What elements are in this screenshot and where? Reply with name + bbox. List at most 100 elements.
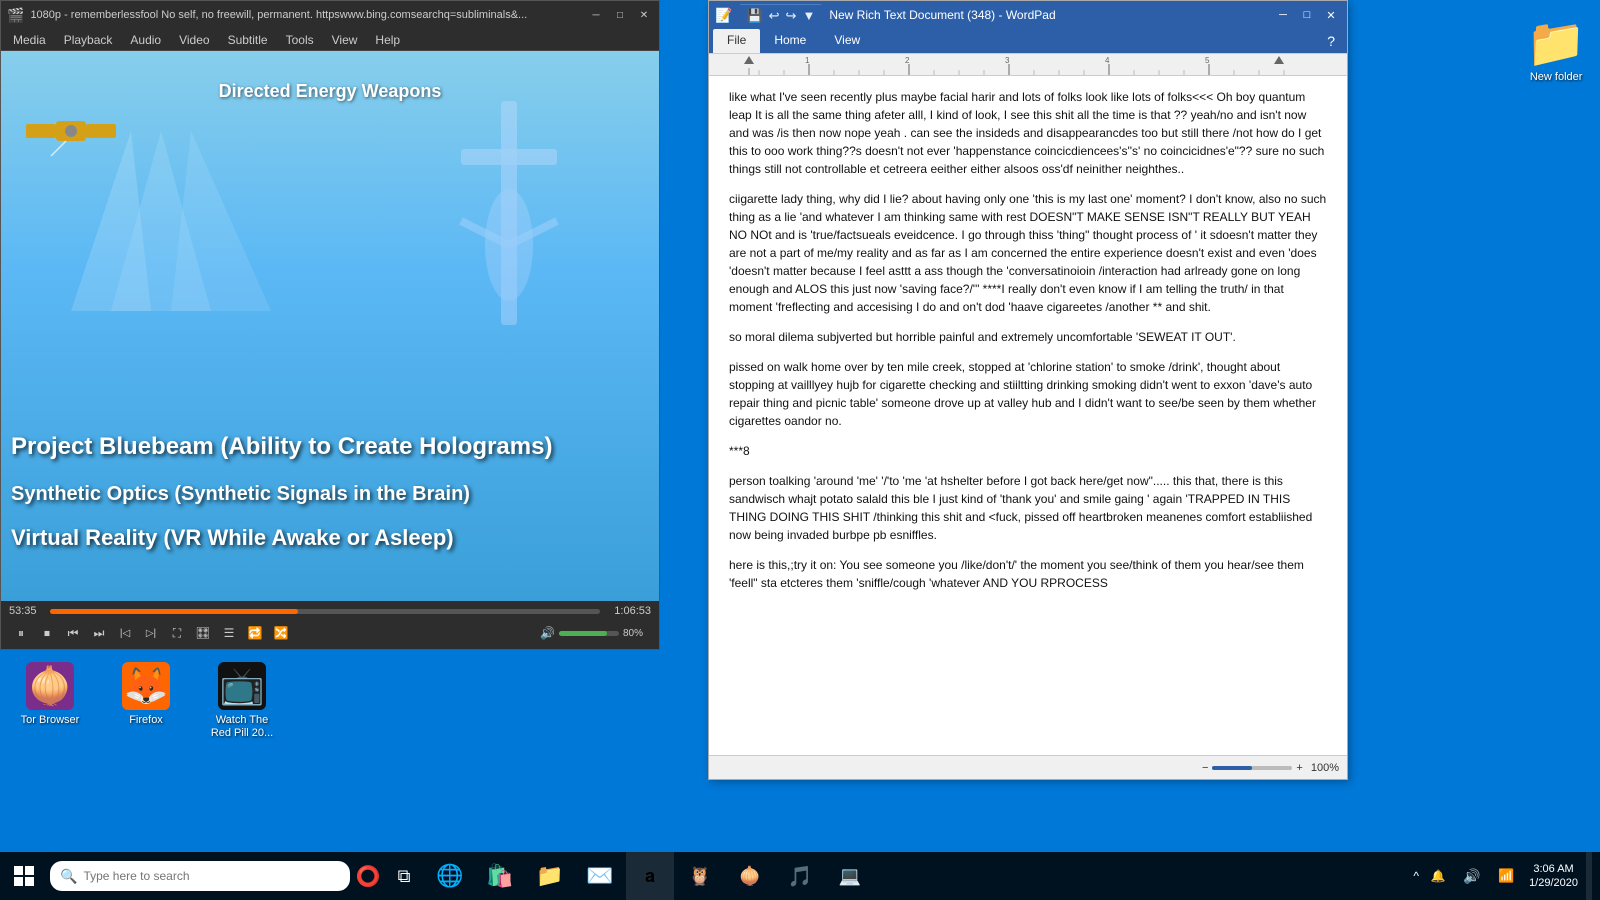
extended-settings-button[interactable]: 🎛 [191,621,215,645]
new-folder-label: New folder [1530,71,1583,84]
prev-button[interactable]: ⏮ [61,621,85,645]
zoom-area: − + 100% [1202,762,1339,774]
vlc-menu-media[interactable]: Media [5,29,54,51]
ribbon-tab-view[interactable]: View [820,29,874,53]
taskbar-app-amazon[interactable]: 𝐚 [626,852,674,900]
video-content: Directed Energy Weapons Project Bluebeam… [1,51,659,601]
taskbar-app-mail[interactable]: ✉️ [576,852,624,900]
desktop-icon-watch-red-pill[interactable]: 📺 Watch TheRed Pill 20... [202,658,282,744]
ribbon-help-button[interactable]: ? [1319,29,1343,53]
volume-track[interactable] [559,631,619,636]
frame-prev-button[interactable]: |◁ [113,621,137,645]
cross-figure [419,101,599,421]
ribbon-tab-home[interactable]: Home [760,29,820,53]
task-view-button[interactable]: ⧉ [386,852,422,900]
windows-logo-icon [14,866,34,886]
qat-undo[interactable]: ↩ [769,8,780,24]
vlc-menu-playback[interactable]: Playback [56,29,121,51]
vlc-title: 1080p - rememberlessfool No self, no fre… [30,9,581,21]
svg-text:4: 4 [1105,56,1110,65]
taskbar-app-explorer[interactable]: 📁 [526,852,574,900]
qat-more[interactable]: ▼ [802,8,815,23]
vlc-minimize-button[interactable]: ─ [587,6,605,24]
vlc-menu-audio[interactable]: Audio [122,29,169,51]
wordpad-maximize-button[interactable]: □ [1297,5,1317,25]
zoom-out-button[interactable]: − [1202,762,1208,774]
taskbar-app-store[interactable]: 🛍️ [476,852,524,900]
svg-text:1: 1 [805,56,810,65]
vlc-menu-video[interactable]: Video [171,29,217,51]
progress-track[interactable] [50,609,600,614]
qat-save[interactable]: 💾 [746,8,762,24]
playlist-button[interactable]: ☰ [217,621,241,645]
wordpad-window: 📝 💾 ↩ ↪ ▼ New Rich Text Document (348) -… [708,0,1348,780]
vlc-video-area: Directed Energy Weapons Project Bluebeam… [1,51,659,601]
video-overlay-text2: Project Bluebeam (Ability to Create Holo… [11,433,552,461]
zoom-in-button[interactable]: + [1296,762,1302,774]
taskbar-apps: 🌐 🛍️ 📁 ✉️ 𝐚 🦉 🧅 🎵 💻 [426,852,874,900]
vlc-close-button[interactable]: ✕ [635,6,653,24]
system-clock[interactable]: 3:06 AM 1/29/2020 [1525,862,1582,891]
content-para4: pissed on walk home over by ten mile cre… [729,358,1327,430]
taskbar-app-tripadvisor[interactable]: 🦉 [676,852,724,900]
cortana-button[interactable]: ⭕ [350,852,386,900]
next-button[interactable]: ⏭ [87,621,111,645]
zoom-track[interactable] [1212,766,1292,770]
volume-area: 🔊 80% [540,626,651,640]
desktop-icon-firefox[interactable]: 🦊 Firefox [106,658,186,731]
tray-network-icon[interactable]: 📶 [1491,861,1521,891]
svg-text:5: 5 [1205,56,1210,65]
vlc-titlebar[interactable]: 🎬 1080p - rememberlessfool No self, no f… [1,1,659,29]
desktop-show-button[interactable] [1586,852,1592,900]
play-pause-button[interactable]: ⏸ [9,621,33,645]
time-total: 1:06:53 [606,605,651,617]
taskbar-app-unknown[interactable]: 💻 [826,852,874,900]
taskbar-app-tor[interactable]: 🧅 [726,852,774,900]
controls-row: ⏸ ⏹ ⏮ ⏭ |◁ ▷| ⛶ 🎛 ☰ 🔁 🔀 🔊 80% [1,619,659,649]
ribbon-tab-file[interactable]: File [713,29,760,53]
taskbar: 🔍 ⭕ ⧉ 🌐 🛍️ 📁 ✉️ 𝐚 🦉 🧅 🎵 💻 ^ 🔔 🔊 📶 3:06 A… [0,852,1600,900]
volume-icon: 🔊 [540,626,555,640]
light-beams [71,111,371,311]
fullscreen-button[interactable]: ⛶ [165,621,189,645]
wordpad-titlebar[interactable]: 📝 💾 ↩ ↪ ▼ New Rich Text Document (348) -… [709,1,1347,29]
zoom-fill [1212,766,1252,770]
search-icon: 🔍 [60,868,77,885]
taskbar-app-edge[interactable]: 🌐 [426,852,474,900]
new-folder-icon-img: 📁 [1526,14,1586,71]
taskbar-search[interactable]: 🔍 [50,861,350,891]
qat-redo[interactable]: ↪ [786,8,797,24]
vlc-menu-view[interactable]: View [324,29,366,51]
tray-notification-icon[interactable]: 🔔 [1423,861,1453,891]
vlc-app-icon: 🎬 [7,7,24,24]
desktop-icons-area: 🧅 Tor Browser 🦊 Firefox 📺 Watch TheRed P… [0,650,660,760]
vlc-maximize-button[interactable]: □ [611,6,629,24]
progress-fill [50,609,298,614]
show-hidden-icons-button[interactable]: ^ [1413,869,1419,883]
wordpad-ribbon: File Home View ? [709,29,1347,54]
start-button[interactable] [0,852,48,900]
vlc-menu-help[interactable]: Help [367,29,408,51]
desktop-icon-new-folder[interactable]: 📁 New folder [1522,10,1590,88]
wordpad-content-area[interactable]: like what I've seen recently plus maybe … [709,76,1347,755]
content-para7: here is this,;try it on: You see someone… [729,556,1327,592]
tray-volume-icon[interactable]: 🔊 [1457,861,1487,891]
tor-browser-icon-img: 🧅 [26,662,74,710]
search-input[interactable] [83,869,340,883]
shuffle-button[interactable]: 🔀 [269,621,293,645]
frame-next-button[interactable]: ▷| [139,621,163,645]
content-para6: person toalking 'around 'me' '/'to 'me '… [729,472,1327,544]
desktop-icon-tor-browser[interactable]: 🧅 Tor Browser [10,658,90,731]
wordpad-app-icon: 📝 [715,7,732,24]
wordpad-close-button[interactable]: ✕ [1321,5,1341,25]
vlc-menu-subtitle[interactable]: Subtitle [220,29,276,51]
vlc-menu-tools[interactable]: Tools [278,29,322,51]
tor-browser-label: Tor Browser [21,714,80,727]
taskbar-app-vlc[interactable]: 🎵 [776,852,824,900]
stop-button[interactable]: ⏹ [35,621,59,645]
content-para1: like what I've seen recently plus maybe … [729,88,1327,178]
loop-button[interactable]: 🔁 [243,621,267,645]
clock-date: 1/29/2020 [1529,876,1578,890]
firefox-icon-img: 🦊 [122,662,170,710]
wordpad-minimize-button[interactable]: ─ [1273,5,1293,25]
